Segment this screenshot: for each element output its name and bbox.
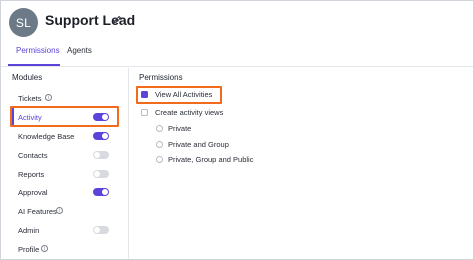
toggle-knob — [94, 171, 100, 177]
highlight-view-all — [136, 86, 222, 104]
reports-toggle[interactable] — [93, 170, 109, 178]
module-item-approval[interactable]: Approval — [11, 183, 119, 201]
radio-private[interactable] — [156, 125, 163, 132]
info-icon: i — [56, 207, 63, 214]
tab-permissions[interactable]: Permissions — [16, 46, 60, 55]
radio-private-group-row[interactable]: Private and Group — [156, 139, 236, 151]
radio-private-row[interactable]: Private — [156, 123, 216, 135]
radio-private-and-group[interactable] — [156, 141, 163, 148]
create-activity-views-row[interactable]: Create activity views — [141, 107, 241, 119]
knowledge-base-toggle[interactable] — [93, 132, 109, 140]
radio-private-group-public[interactable] — [156, 156, 163, 163]
radio-label: Private, Group and Public — [168, 155, 254, 164]
create-views-checkbox[interactable] — [141, 109, 148, 116]
contacts-toggle[interactable] — [93, 151, 109, 159]
approval-toggle[interactable] — [93, 188, 109, 196]
tab-bar: Permissions Agents — [1, 43, 473, 67]
module-item-knowledge-base[interactable]: Knowledge Base — [11, 127, 119, 145]
module-label: Approval — [18, 187, 48, 197]
avatar: SL — [9, 8, 38, 37]
radio-label: Private and Group — [168, 140, 229, 149]
toggle-knob — [102, 189, 108, 195]
permissions-heading: Permissions — [139, 73, 183, 82]
create-views-label: Create activity views — [155, 108, 224, 117]
highlight-activity — [10, 106, 119, 127]
tab-agents[interactable]: Agents — [67, 46, 92, 55]
admin-toggle[interactable] — [93, 226, 109, 234]
info-icon: i — [45, 94, 52, 101]
active-tab-indicator — [8, 64, 60, 66]
radio-private-group-public-row[interactable]: Private, Group and Public — [156, 154, 256, 166]
role-editor-panel: SL Support Lead Permissions Agents Modul… — [0, 0, 474, 260]
module-label: Admin — [18, 225, 40, 235]
toggle-knob — [94, 227, 100, 233]
radio-label: Private — [168, 124, 192, 133]
info-icon: i — [41, 245, 48, 252]
module-label: Contacts — [18, 150, 48, 160]
module-item-contacts[interactable]: Contacts — [11, 146, 119, 164]
module-item-admin[interactable]: Admin — [11, 221, 119, 239]
module-item-reports[interactable]: Reports — [11, 165, 119, 183]
module-label: AI Features — [18, 206, 57, 216]
toggle-knob — [94, 152, 100, 158]
module-label: Profile — [18, 244, 40, 254]
module-item-ai-features[interactable]: AI Features i — [11, 202, 119, 220]
module-label: Knowledge Base — [18, 131, 75, 141]
module-item-tickets[interactable]: Tickets i — [11, 89, 119, 107]
module-label: Tickets — [18, 93, 42, 103]
modules-heading: Modules — [12, 73, 43, 82]
toggle-knob — [102, 133, 108, 139]
module-item-profile[interactable]: Profile i — [11, 240, 119, 258]
module-label: Reports — [18, 169, 45, 179]
pencil-icon[interactable] — [112, 14, 122, 25]
